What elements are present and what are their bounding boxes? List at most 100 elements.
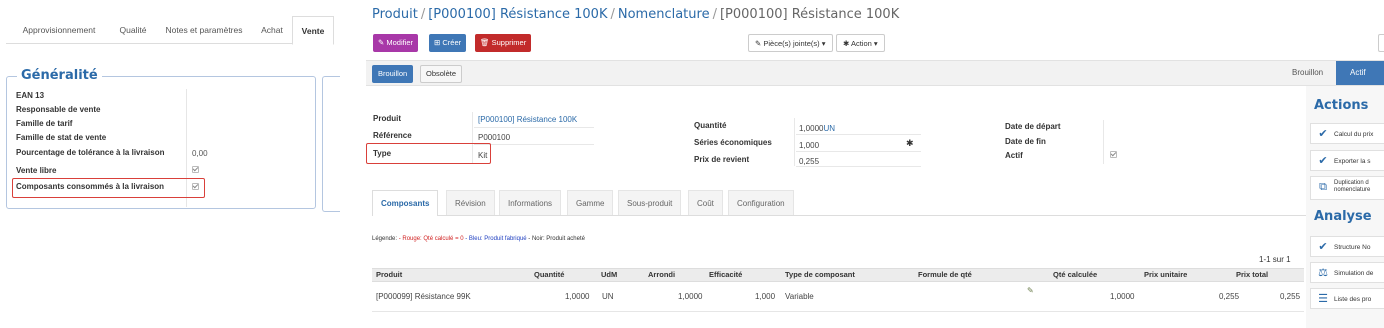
components-table-header: Produit Quantité UdM Arrondi Efficacité … <box>372 268 1304 282</box>
sidebar-item-structure[interactable]: ✔ Structure No <box>1310 236 1384 257</box>
tab-approvisionnement[interactable]: Approvisionnement <box>10 16 108 44</box>
stage-arrow <box>1328 61 1336 85</box>
date-depart-label: Date de départ <box>1005 122 1061 131</box>
sidebar-item-liste[interactable]: ☰ Liste des pro <box>1310 288 1384 309</box>
edit-button[interactable]: ✎ Modifier <box>373 34 419 52</box>
analyse-title: Analyse <box>1314 209 1372 224</box>
quantite-unit[interactable]: UN <box>823 124 835 133</box>
legend: Légende: - Rouge: Qté calculé = 0 - Bleu… <box>372 236 585 242</box>
col-qte-calculee[interactable]: Qté calculée <box>1053 269 1097 281</box>
field-label-responsable: Responsable de vente <box>16 105 101 114</box>
breadcrumb-produit[interactable]: Produit <box>372 7 418 22</box>
field-label-famille-tarif: Famille de tarif <box>16 119 73 128</box>
series-value: 1,000 <box>799 141 820 150</box>
stage-brouillon[interactable]: Brouillon <box>1292 61 1323 85</box>
list-icon: ☰ <box>1318 293 1328 305</box>
tab-configuration[interactable]: Configuration <box>728 190 794 215</box>
produit-value[interactable]: [P000100] Résistance 100K <box>478 115 577 124</box>
field-label-ean: EAN 13 <box>16 91 45 100</box>
tab-achat[interactable]: Achat <box>254 16 290 44</box>
col-efficacite[interactable]: Efficacité <box>709 269 742 281</box>
sidebar-item-exporter[interactable]: ✔ Exporter la s <box>1310 150 1384 171</box>
balance-scale-icon: ⚖ <box>1318 267 1328 279</box>
field-underline <box>796 134 921 135</box>
tab-composants[interactable]: Composants <box>372 190 439 216</box>
tab-revision[interactable]: Révision <box>446 190 495 215</box>
cell-type: Variable <box>785 292 814 301</box>
cell-udm[interactable]: UN <box>602 292 614 301</box>
quantite-value: 1,0000UN <box>799 124 835 133</box>
sidebar: Actions ✔ Calcul du prix ✔ Exporter la s… <box>1306 86 1384 328</box>
sidebar-item-calcul-prix[interactable]: ✔ Calcul du prix <box>1310 123 1384 144</box>
check-icon: ✔ <box>1318 241 1328 253</box>
field-underline <box>796 166 921 167</box>
col-formule[interactable]: Formule de qté <box>918 269 972 281</box>
sidebar-item-label: Structure No <box>1334 244 1371 251</box>
col-quantite[interactable]: Quantité <box>534 269 564 281</box>
attachments-label: Pièce(s) jointe(s) <box>763 39 820 48</box>
vente-libre-checkbox[interactable] <box>192 166 199 173</box>
cell-produit[interactable]: [P000099] Résistance 99K <box>376 292 471 301</box>
actions-title: Actions <box>1314 98 1369 113</box>
breadcrumb: Produit / [P000100] Résistance 100K / Nomenc… <box>372 7 899 22</box>
breadcrumb-nomenclature[interactable]: Nomenclature <box>618 7 710 22</box>
bom-form-view: Produit / [P000100] Résistance 100K / Nomenc… <box>366 0 1384 328</box>
tab-informations[interactable]: Informations <box>499 190 562 215</box>
tab-gamme[interactable]: Gamme <box>567 190 614 215</box>
cog-icon[interactable]: ✱ <box>906 138 914 149</box>
field-label-vente-libre: Vente libre <box>16 166 57 175</box>
col-type-composant[interactable]: Type de composant <box>785 269 855 281</box>
status-bar: Brouillon Obsolète Brouillon Actif <box>366 60 1384 86</box>
legend-red: - Rouge: Qté calculé = 0 <box>398 236 464 242</box>
product-form-panel: Approvisionnement Qualité Notes et param… <box>0 0 340 328</box>
col-udm[interactable]: UdM <box>601 269 617 281</box>
delete-button[interactable]: 🗑 Supprimer <box>475 34 532 52</box>
check-icon: ✔ <box>1318 128 1328 140</box>
series-label: Séries économiques <box>694 138 772 147</box>
divider <box>1103 120 1104 164</box>
tab-notes[interactable]: Notes et paramètres <box>158 16 250 44</box>
prix-value: 0,255 <box>799 157 820 166</box>
sidebar-item-duplication[interactable]: ⧉ Duplication d nomenclature <box>1310 176 1384 200</box>
section-title: Généralité <box>17 68 102 83</box>
edit-label: Modifier <box>386 38 414 47</box>
sidebar-item-label: Liste des pro <box>1334 296 1372 303</box>
col-produit[interactable]: Produit <box>376 269 402 281</box>
action-label: Action <box>850 39 872 48</box>
breadcrumb-separator: / <box>420 7 426 22</box>
tab-sous-produit[interactable]: Sous-produit <box>618 190 682 215</box>
cell-quantite: 1,0000 <box>565 292 590 301</box>
col-prix-total[interactable]: Prix total <box>1236 269 1268 281</box>
paperclip-icon: ✎ <box>755 39 762 48</box>
caret-down-icon: ▾ <box>873 39 878 48</box>
stage-actif[interactable]: Actif <box>1336 61 1384 85</box>
brouillon-button[interactable]: Brouillon <box>372 65 414 83</box>
pager[interactable]: 1-1 sur 1 <box>1259 255 1291 264</box>
attachments-dropdown[interactable]: ✎ Pièce(s) jointe(s) ▾ <box>748 34 833 52</box>
field-label-tolerance: Pourcentage de tolérance à la livraison <box>16 148 165 157</box>
action-dropdown[interactable]: ✱ Action ▾ <box>836 34 885 52</box>
edit-formula-icon[interactable]: ✎ <box>1027 286 1035 295</box>
tab-qualite[interactable]: Qualité <box>112 16 154 44</box>
cell-prix-unitaire: 0,255 <box>1219 292 1240 301</box>
obsolete-button[interactable]: Obsolète <box>420 65 463 83</box>
sidebar-item-label: Exporter la s <box>1334 158 1371 165</box>
table-row-divider <box>372 311 1304 312</box>
tab-vente[interactable]: Vente <box>292 16 334 45</box>
tab-cout[interactable]: Coût <box>688 190 723 215</box>
product-tabs: Approvisionnement Qualité Notes et param… <box>6 16 334 45</box>
sidebar-item-label: Calcul du prix <box>1334 131 1374 138</box>
check-icon: ✔ <box>1318 155 1328 167</box>
sidebar-item-simulation[interactable]: ⚖ Simulation de <box>1310 262 1384 283</box>
actif-checkbox[interactable] <box>1110 151 1117 158</box>
divider <box>794 118 795 166</box>
field-underline <box>474 144 594 145</box>
sidebar-item-label: Simulation de <box>1334 270 1374 277</box>
pager-button-edge[interactable] <box>1378 34 1384 52</box>
sidebar-item-label: Duplication d nomenclature <box>1334 180 1371 193</box>
col-arrondi[interactable]: Arrondi <box>648 269 675 281</box>
col-prix-unitaire[interactable]: Prix unitaire <box>1144 269 1187 281</box>
bom-tabs: Composants Révision Informations Gamme S… <box>372 190 1384 216</box>
breadcrumb-product-record[interactable]: [P000100] Résistance 100K <box>428 7 607 22</box>
create-button[interactable]: ⊞ Créer <box>429 34 467 52</box>
